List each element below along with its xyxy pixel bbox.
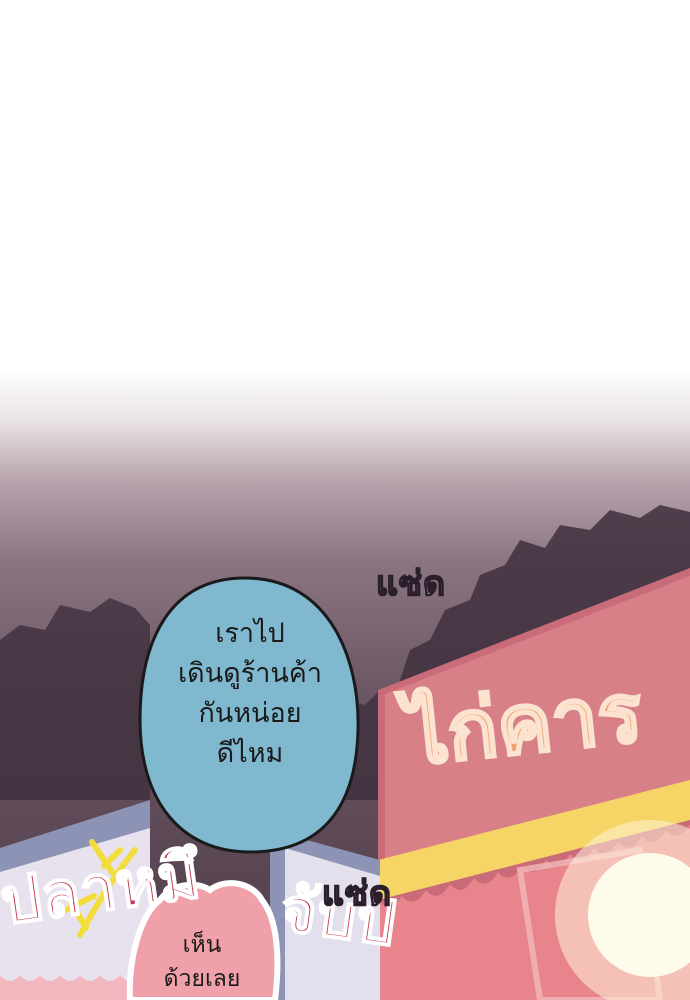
- sign-text-main: ไก่คาร: [400, 664, 647, 786]
- sound-effect-top: แซ่ด: [375, 563, 447, 605]
- speech-line: กันหน่อย: [198, 698, 302, 729]
- tree-silhouette-left: [0, 598, 150, 800]
- sound-effect-bottom: แซ่ด: [321, 873, 393, 915]
- speech-line: เดินดูร้านค้า: [177, 658, 323, 689]
- speech-line: เราไป: [215, 618, 285, 649]
- speech-bubble-blue: เราไป เดินดูร้านค้า กันหน่อย ดีไหม: [150, 614, 350, 774]
- speech-line: ดีไหม: [216, 738, 284, 769]
- speech-bubble-pink: เห็น ด้วยเลย: [142, 928, 262, 996]
- comic-panel: ไก่คาร ปลาหมึ จับป แซ่ด แซ่ด เราไป เดินด…: [0, 0, 690, 1000]
- speech-line: เห็น: [182, 932, 222, 958]
- speech-line: ด้วยเลย: [163, 966, 241, 992]
